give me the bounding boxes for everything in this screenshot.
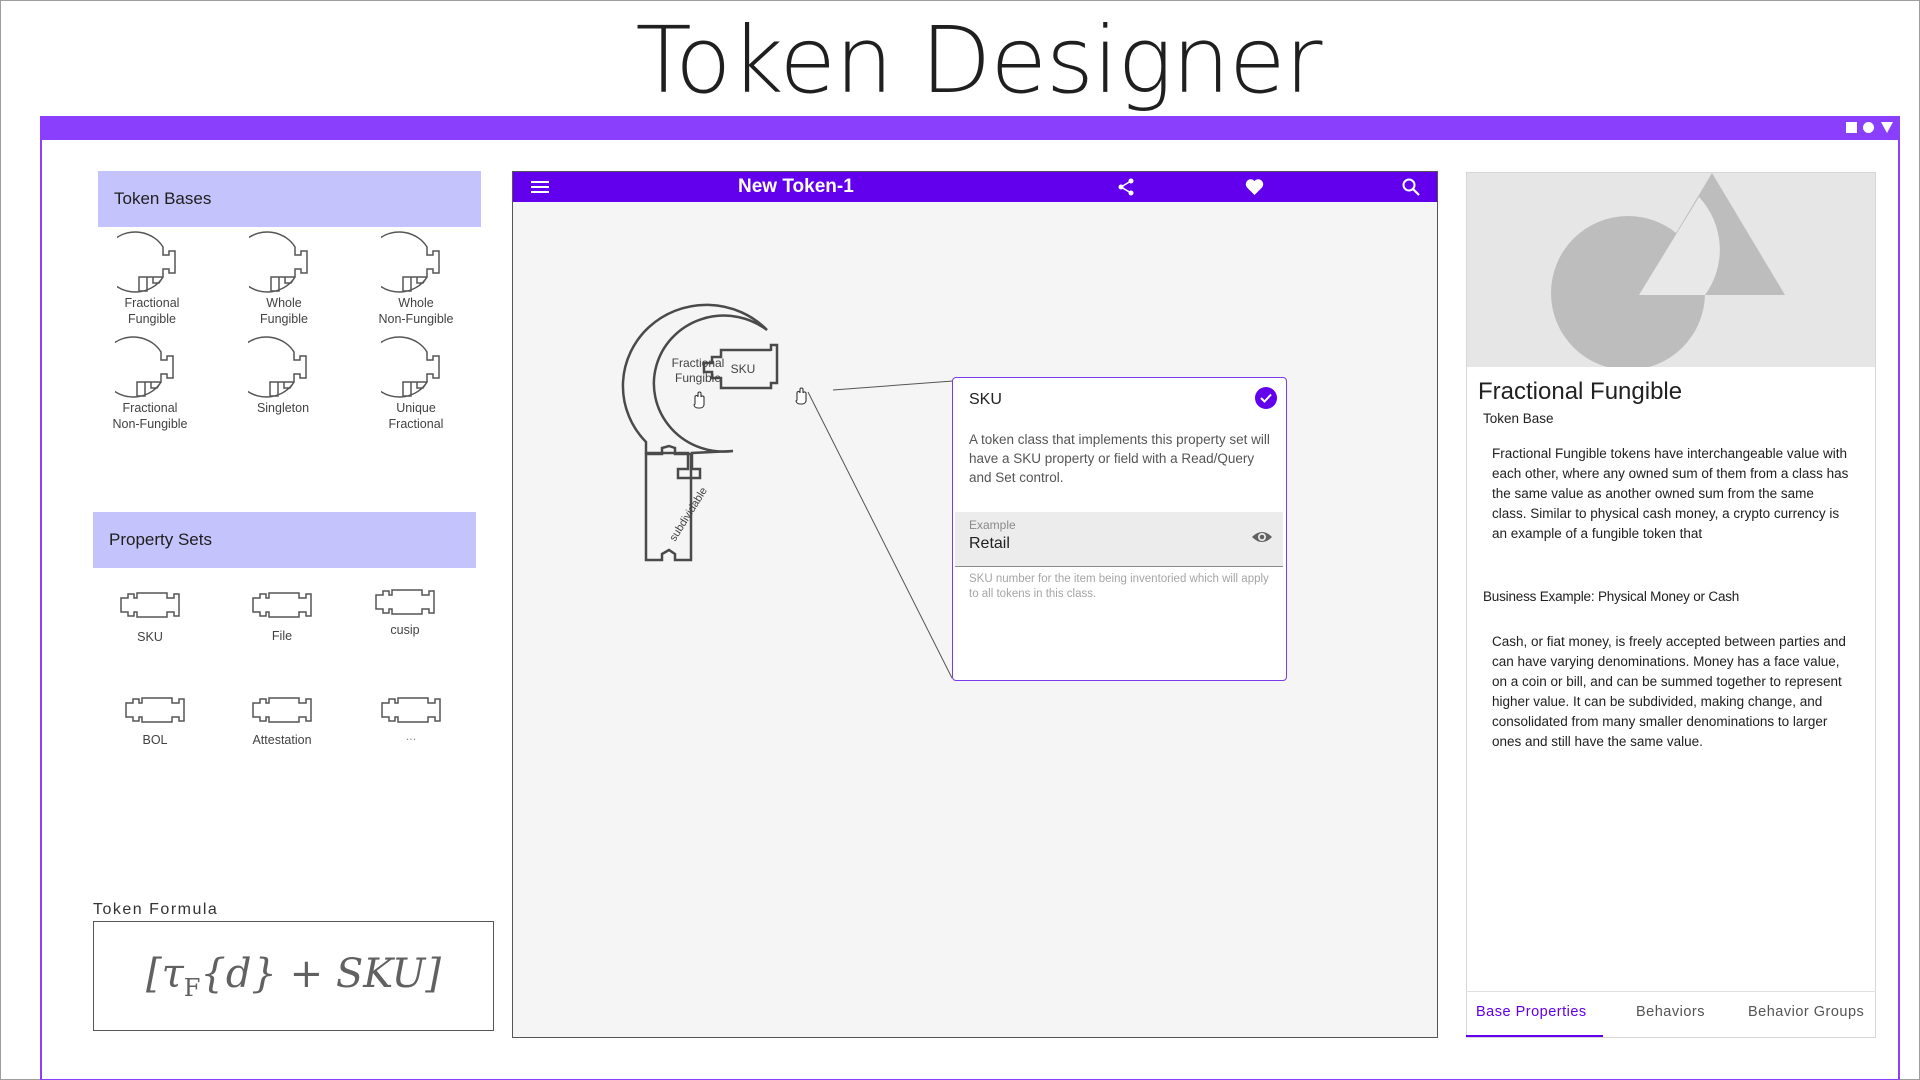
puzzle-connector-icon xyxy=(252,697,312,723)
connector-line xyxy=(807,391,953,679)
property-set-item[interactable]: File xyxy=(217,589,347,644)
tab-base-properties[interactable]: Base Properties xyxy=(1476,1004,1587,1020)
hand-cursor-icon xyxy=(795,387,807,405)
token-base-item[interactable]: Unique Fractional xyxy=(351,334,481,432)
property-set-item[interactable]: ... xyxy=(346,694,476,744)
canvas-app-bar: New Token-1 xyxy=(513,172,1437,202)
base-puzzle-piece xyxy=(621,303,768,480)
sku-field-label: Example xyxy=(969,518,1016,532)
property-set-label: BOL xyxy=(142,733,168,747)
property-set-item[interactable]: BOL xyxy=(90,694,220,748)
business-example-label: Business Example: Physical Money or Cash xyxy=(1483,589,1740,604)
token-formula-box: [τF{d} + SKU] xyxy=(93,921,494,1031)
round-puzzle-piece-icon xyxy=(115,336,174,398)
property-set-label: cusip xyxy=(390,623,420,637)
details-description: Fractional Fungible tokens have intercha… xyxy=(1492,446,1849,541)
property-set-label: SKU xyxy=(137,630,163,644)
round-puzzle-piece-icon xyxy=(381,336,440,398)
property-set-label: File xyxy=(271,629,293,643)
property-set-item[interactable]: Attestation xyxy=(217,694,347,748)
details-tabs: Base Properties Behaviors Behavior Group… xyxy=(1466,991,1876,1038)
base-label-line1: Fractional xyxy=(672,356,725,370)
token-formula-label: Token Formula xyxy=(93,901,219,918)
token-bases-header: Token Bases xyxy=(98,171,481,227)
puzzle-connector-icon xyxy=(120,592,180,618)
token-base-item[interactable]: Fractional Non-Fungible xyxy=(85,334,215,432)
details-subtitle: Token Base xyxy=(1483,411,1554,426)
eye-icon[interactable] xyxy=(1251,529,1273,550)
property-set-label: ... xyxy=(405,729,417,743)
heart-icon[interactable] xyxy=(1244,177,1265,202)
details-panel: Fractional Fungible Token Base Fractiona… xyxy=(1466,172,1876,1038)
token-base-label: Fractional Non-Fungible xyxy=(112,401,188,431)
token-base-item[interactable]: Singleton xyxy=(218,334,348,416)
token-base-label: Unique Fractional xyxy=(388,401,444,431)
active-tab-indicator xyxy=(1466,1035,1603,1037)
search-icon[interactable] xyxy=(1401,177,1421,202)
property-set-item[interactable]: SKU xyxy=(85,589,215,645)
sku-field-value[interactable]: Retail xyxy=(969,535,1010,553)
menu-icon[interactable] xyxy=(530,177,550,202)
sku-card-description: A token class that implements this prope… xyxy=(969,432,1270,485)
round-puzzle-piece-icon xyxy=(249,231,308,293)
puzzle-connector-icon xyxy=(375,589,435,615)
round-puzzle-piece-icon xyxy=(248,336,307,398)
property-sets-header: Property Sets xyxy=(93,512,476,568)
share-icon[interactable] xyxy=(1116,177,1136,202)
property-label: SKU xyxy=(731,362,756,376)
sku-card-title: SKU xyxy=(969,391,1002,408)
token-base-label: Whole Non-Fungible xyxy=(378,296,454,326)
page-title: Token Designer xyxy=(635,7,1323,114)
puzzle-connector-icon xyxy=(252,592,312,618)
token-base-item[interactable]: Whole Fungible xyxy=(219,229,349,327)
token-base-label: Fractional Fungible xyxy=(124,296,180,326)
property-set-item[interactable]: cusip xyxy=(340,586,470,638)
hand-cursor-icon xyxy=(693,391,705,409)
token-base-item[interactable]: Fractional Fungible xyxy=(87,229,217,327)
page: Token Designer Token Bases Fractional Fu… xyxy=(0,0,1920,1080)
sku-example-field[interactable]: Example Retail xyxy=(955,512,1283,567)
sku-help-text: SKU number for the item being inventorie… xyxy=(969,573,1269,600)
puzzle-connector-icon xyxy=(125,697,185,723)
details-title: Fractional Fungible xyxy=(1478,378,1683,405)
canvas-title: New Token-1 xyxy=(738,176,854,197)
connector-line xyxy=(832,380,954,391)
behavior-puzzle-piece xyxy=(644,444,693,562)
token-base-label: Whole Fungible xyxy=(260,296,308,326)
round-puzzle-piece-icon xyxy=(381,231,440,293)
token-formula-expression: [τF{d} + SKU] xyxy=(145,950,441,1002)
check-circle-icon[interactable] xyxy=(1255,387,1277,409)
base-label-line2: Fungible xyxy=(675,371,721,385)
round-puzzle-piece-icon xyxy=(117,231,176,293)
tab-behaviors[interactable]: Behaviors xyxy=(1636,1004,1705,1020)
sku-property-card[interactable]: SKU A token class that implements this p… xyxy=(952,377,1287,681)
tab-behavior-groups[interactable]: Behavior Groups xyxy=(1748,1004,1864,1020)
behavior-label: subdividable xyxy=(667,485,710,543)
shapes-placeholder-icon xyxy=(1551,173,1785,367)
business-example-text: Cash, or fiat money, is freely accepted … xyxy=(1492,634,1846,749)
details-media-placeholder xyxy=(1467,173,1875,367)
token-base-label: Singleton xyxy=(256,401,310,415)
property-set-label: Attestation xyxy=(252,733,312,747)
puzzle-connector-icon xyxy=(381,697,441,723)
token-base-item[interactable]: Whole Non-Fungible xyxy=(351,229,481,327)
